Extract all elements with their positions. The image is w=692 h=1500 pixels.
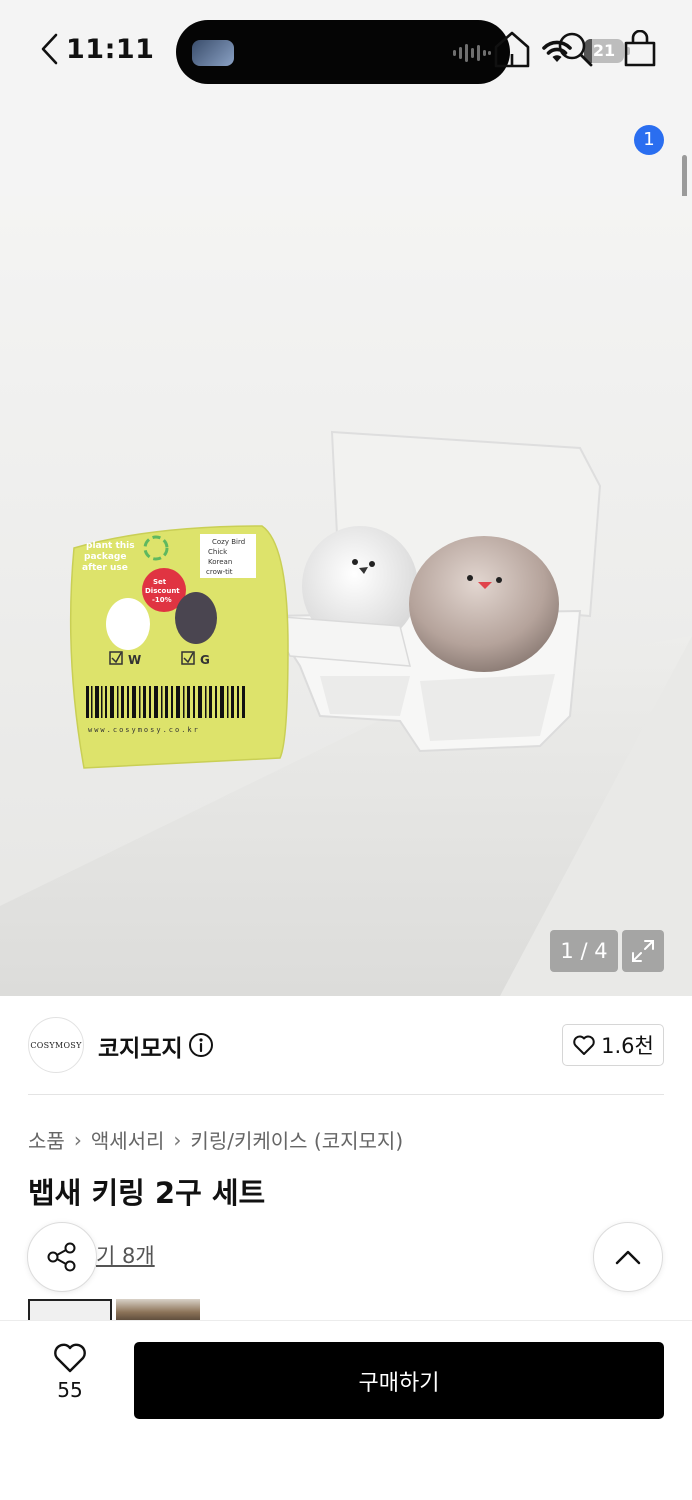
svg-text:-10%: -10% bbox=[152, 596, 172, 604]
buy-button[interactable]: 구매하기 bbox=[134, 1342, 664, 1419]
expand-image-button[interactable] bbox=[622, 930, 664, 972]
svg-text:Set: Set bbox=[153, 578, 167, 586]
wishlist-button[interactable]: 55 bbox=[40, 1342, 100, 1414]
svg-text:crow-tit: crow-tit bbox=[206, 568, 233, 576]
back-icon bbox=[41, 33, 58, 65]
sleeve-note: plant this bbox=[86, 541, 135, 551]
breadcrumb-item[interactable]: 액세서리 bbox=[91, 1125, 165, 1154]
svg-text:after use: after use bbox=[82, 563, 128, 573]
cart-button[interactable] bbox=[620, 28, 660, 70]
chevron-right-icon: › bbox=[173, 1127, 182, 1152]
share-icon bbox=[47, 1242, 76, 1272]
svg-text:Chick: Chick bbox=[208, 548, 228, 556]
dynamic-island bbox=[176, 20, 510, 84]
divider bbox=[28, 1094, 664, 1095]
heart-icon bbox=[573, 1035, 595, 1055]
product-image[interactable]: plant this package after use Cozy Bird C… bbox=[0, 196, 692, 996]
brand-name[interactable]: 코지모지 bbox=[98, 1029, 183, 1063]
image-thumbnail[interactable] bbox=[116, 1299, 200, 1321]
heart-icon bbox=[54, 1343, 86, 1373]
svg-text:G: G bbox=[200, 653, 210, 667]
navigation-bar bbox=[0, 100, 692, 196]
audio-waveform-icon bbox=[453, 44, 491, 62]
status-time: 11:11 bbox=[66, 34, 155, 65]
brand-logo[interactable]: COSYMOSY bbox=[28, 1017, 84, 1073]
search-button[interactable] bbox=[555, 28, 595, 70]
home-button[interactable] bbox=[492, 28, 532, 70]
share-button[interactable] bbox=[27, 1222, 97, 1292]
chevron-right-icon: › bbox=[73, 1127, 82, 1152]
image-counter: 1 / 4 bbox=[550, 930, 618, 972]
review-link[interactable]: 기 8개 bbox=[96, 1240, 155, 1270]
brand-like-count: 1.6천 bbox=[601, 1034, 654, 1058]
product-photo: plant this package after use Cozy Bird C… bbox=[0, 196, 692, 996]
image-thumbnail[interactable] bbox=[28, 1299, 112, 1321]
wishlist-count: 55 bbox=[57, 1378, 83, 1402]
svg-text:Korean: Korean bbox=[208, 558, 232, 566]
svg-text:package: package bbox=[84, 552, 126, 562]
brand-like-button[interactable]: 1.6천 bbox=[562, 1024, 664, 1066]
breadcrumb-item[interactable]: 키링/키케이스 (코지모지) bbox=[190, 1125, 403, 1154]
cart-count-badge: 1 bbox=[634, 125, 664, 155]
svg-text:www.cosymosy.co.kr: www.cosymosy.co.kr bbox=[88, 726, 200, 734]
chevron-up-icon bbox=[615, 1250, 641, 1265]
svg-text:W: W bbox=[128, 653, 141, 667]
product-title: 뱁새 키링 2구 세트 bbox=[28, 1176, 266, 1210]
back-button[interactable] bbox=[30, 28, 70, 70]
home-icon bbox=[494, 31, 530, 68]
info-icon[interactable] bbox=[188, 1032, 214, 1058]
svg-text:Cozy Bird: Cozy Bird bbox=[212, 538, 245, 546]
breadcrumb: 소품 › 액세서리 › 키링/키케이스 (코지모지) bbox=[28, 1125, 403, 1154]
now-playing-artwork bbox=[192, 40, 234, 66]
expand-icon bbox=[632, 940, 654, 962]
search-icon bbox=[558, 32, 593, 67]
scroll-top-button[interactable] bbox=[593, 1222, 663, 1292]
cart-icon bbox=[624, 30, 656, 67]
svg-text:Discount: Discount bbox=[145, 587, 180, 595]
breadcrumb-item[interactable]: 소품 bbox=[28, 1125, 65, 1154]
